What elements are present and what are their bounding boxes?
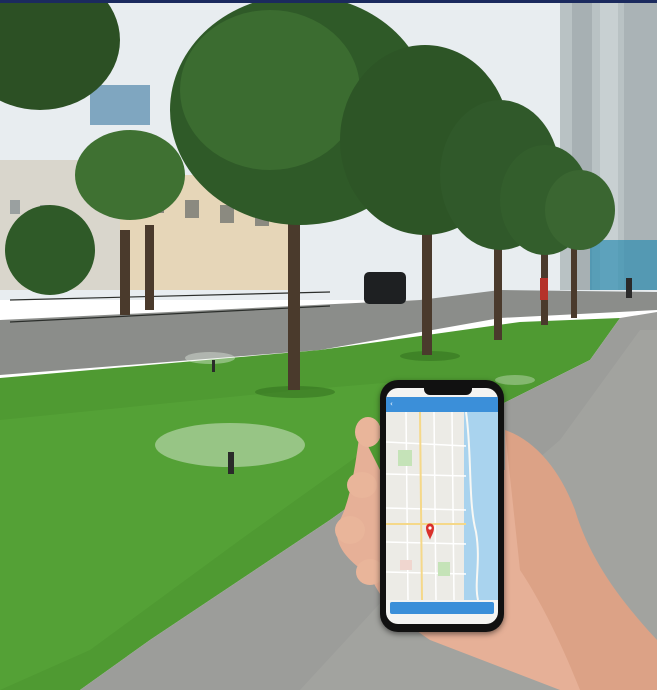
phone-notch [424,388,472,395]
action-button[interactable] [390,602,494,614]
app-bar: ‹ [386,397,498,412]
photo-scene: ‹ [0,0,657,690]
back-arrow-icon[interactable]: ‹ [390,401,393,408]
smartphone: ‹ [380,380,504,632]
top-banner-strip [0,0,657,3]
sprinkler-icon [228,452,234,474]
phone-screen: ‹ [386,388,498,624]
park-background [0,0,657,690]
car [364,272,406,304]
map-view[interactable] [386,411,498,601]
map-canvas [386,411,498,601]
